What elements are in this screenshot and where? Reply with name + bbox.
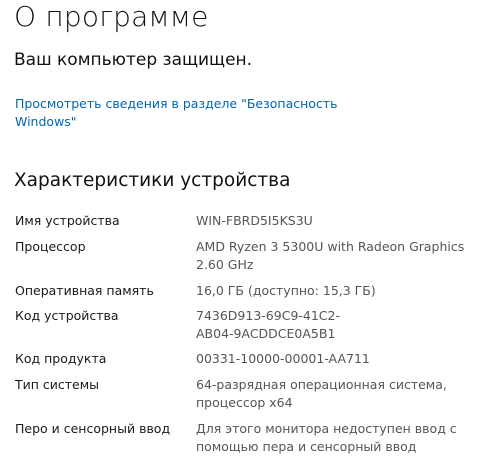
spec-label: Тип системы (15, 377, 100, 392)
page-title: О программе (14, 0, 209, 33)
spec-label: Процессор (15, 239, 86, 254)
spec-value[interactable]: AMD Ryzen 3 5300U with Radeon Graphics 2… (196, 238, 486, 274)
windows-security-link[interactable]: Просмотреть сведения в разделе "Безопасн… (15, 95, 355, 131)
spec-value[interactable]: 00331-10000-00001-AA711 (196, 350, 486, 368)
spec-label: Код устройства (15, 308, 119, 323)
spec-value[interactable]: 7436D913-69C9-41C2- AB04-9ACDDCE0A5B1 (196, 307, 486, 343)
spec-value[interactable]: 64-разрядная операционная система, проце… (196, 376, 486, 412)
spec-value[interactable]: WIN-FBRD5I5KS3U (196, 212, 486, 230)
spec-value[interactable]: 16,0 ГБ (доступно: 15,3 ГБ) (196, 282, 486, 300)
spec-label: Перо и сенсорный ввод (15, 421, 171, 436)
spec-label: Оперативная память (15, 283, 154, 298)
spec-label: Имя устройства (15, 213, 120, 228)
protection-status: Ваш компьютер защищен. (14, 50, 253, 70)
spec-label: Код продукта (15, 351, 107, 366)
device-specs-heading: Характеристики устройства (14, 170, 291, 191)
spec-value[interactable]: Для этого монитора недоступен ввод с пом… (196, 420, 486, 456)
